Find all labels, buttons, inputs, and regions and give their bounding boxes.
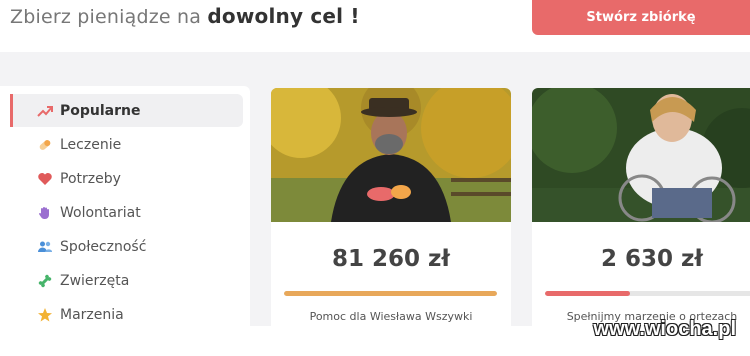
sidebar-item-label: Wolontariat bbox=[60, 204, 141, 221]
sidebar-item-label: Popularne bbox=[60, 102, 141, 119]
headline-emphasis: dowolny cel ! bbox=[207, 4, 360, 28]
fundraiser-photo bbox=[271, 88, 511, 222]
sidebar-item-animals[interactable]: Zwierzęta bbox=[10, 264, 243, 297]
progress-bar bbox=[545, 291, 750, 296]
star-icon bbox=[32, 307, 58, 323]
bone-icon bbox=[32, 273, 58, 289]
sidebar-item-label: Zwierzęta bbox=[60, 272, 130, 289]
sidebar-item-treatment[interactable]: Leczenie bbox=[10, 128, 243, 161]
site-watermark: www.wiocha.pl bbox=[593, 318, 736, 340]
sidebar-item-volunteering[interactable]: Wolontariat bbox=[10, 196, 243, 229]
sidebar-item-popular[interactable]: Popularne bbox=[10, 94, 243, 127]
fundraiser-photo bbox=[532, 88, 750, 222]
trending-up-icon bbox=[32, 103, 58, 119]
heart-icon bbox=[32, 171, 58, 187]
people-icon bbox=[32, 239, 58, 255]
raised-amount: 81 260 zł bbox=[332, 246, 450, 272]
raised-amount: 2 630 zł bbox=[601, 246, 703, 272]
sidebar-item-label: Marzenia bbox=[60, 306, 124, 323]
fundraiser-card[interactable]: 81 260 zł Pomoc dla Wiesława Wszywki bbox=[271, 88, 511, 338]
fundraiser-title: Pomoc dla Wiesława Wszywki bbox=[309, 310, 473, 323]
category-sidebar: Popularne Leczenie Potrzeby Wolontariat … bbox=[0, 86, 250, 336]
headline-text: Zbierz pieniądze na bbox=[10, 6, 202, 28]
sidebar-item-label: Potrzeby bbox=[60, 170, 121, 187]
create-fundraiser-button[interactable]: Stwórz zbiórkę bbox=[532, 0, 750, 35]
page-headline: Zbierz pieniądze na dowolny cel ! bbox=[10, 4, 360, 28]
top-bar: Zbierz pieniądze na dowolny cel ! Stwórz… bbox=[0, 0, 750, 52]
sidebar-item-label: Społeczność bbox=[60, 238, 147, 255]
fundraiser-card[interactable]: 2 630 zł Spełnijmy marzenie o ortezach bbox=[532, 88, 750, 338]
sidebar-item-needs[interactable]: Potrzeby bbox=[10, 162, 243, 195]
progress-fill bbox=[284, 291, 497, 296]
sidebar-item-label: Leczenie bbox=[60, 136, 122, 153]
pill-icon bbox=[32, 137, 58, 153]
progress-fill bbox=[545, 291, 631, 296]
progress-bar bbox=[284, 291, 497, 296]
hand-icon bbox=[32, 205, 58, 221]
sidebar-item-community[interactable]: Społeczność bbox=[10, 230, 243, 263]
